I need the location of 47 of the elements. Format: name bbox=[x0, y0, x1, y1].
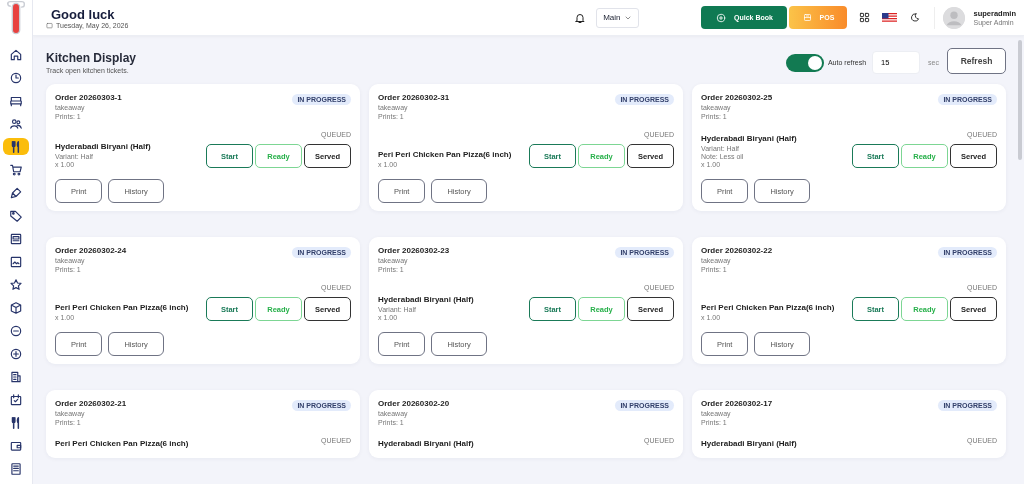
news-icon bbox=[9, 231, 23, 246]
register-icon bbox=[802, 13, 812, 22]
item-name: Hyderabadi Biryani (Half) bbox=[378, 439, 474, 448]
home-icon bbox=[9, 47, 23, 62]
calendar-icon bbox=[9, 392, 23, 407]
item-name: Hyderabadi Biryani (Half) bbox=[701, 134, 797, 143]
minus-icon bbox=[9, 323, 23, 338]
order-number: Order 20260302-25 bbox=[701, 93, 773, 102]
item-name: Peri Peri Chicken Pan Pizza(6 inch) bbox=[378, 150, 512, 159]
tag-icon bbox=[9, 208, 23, 223]
order-number: Order 20260302-17 bbox=[701, 399, 773, 408]
item-name: Hyderabadi Biryani (Half) bbox=[701, 439, 797, 448]
order-number: Order 20260303-1 bbox=[55, 93, 122, 102]
bell-icon[interactable] bbox=[574, 11, 587, 24]
cart-icon bbox=[9, 162, 23, 177]
star-icon bbox=[9, 277, 23, 292]
item-name: Hyderabadi Biryani (Half) bbox=[55, 142, 151, 151]
order-number: Order 20260302-21 bbox=[55, 399, 127, 408]
item-name: Peri Peri Chicken Pan Pizza(6 inch) bbox=[701, 303, 835, 312]
grid-icon[interactable] bbox=[859, 12, 871, 23]
order-number: Order 20260302-31 bbox=[378, 93, 450, 102]
auto-refresh-toggle[interactable] bbox=[785, 53, 824, 72]
refresh-button[interactable]: Refresh bbox=[947, 48, 1006, 74]
clock-icon bbox=[9, 70, 23, 85]
us-flag-icon[interactable] bbox=[882, 12, 898, 23]
image-icon bbox=[9, 254, 23, 269]
receipt-icon bbox=[9, 461, 23, 476]
doc-icon bbox=[9, 369, 23, 384]
order-number: Order 20260302-23 bbox=[378, 246, 450, 255]
scrollbar-thumb[interactable] bbox=[1018, 40, 1022, 160]
moon-icon[interactable] bbox=[909, 12, 921, 23]
page-title: Kitchen Display bbox=[46, 51, 137, 65]
item-name: Peri Peri Chicken Pan Pizza(6 inch) bbox=[55, 303, 189, 312]
item-name: Peri Peri Chicken Pan Pizza(6 inch) bbox=[55, 439, 189, 448]
sidebar-item[interactable] bbox=[3, 138, 29, 155]
box-icon bbox=[9, 300, 23, 315]
calendar-icon bbox=[46, 21, 53, 29]
order-number: Order 20260302-24 bbox=[55, 246, 127, 255]
plus-icon bbox=[9, 346, 23, 361]
users-icon bbox=[9, 116, 23, 131]
order-number: Order 20260302-20 bbox=[378, 399, 450, 408]
plus-circle-icon bbox=[716, 12, 727, 23]
branch-select[interactable]: Main bbox=[596, 7, 640, 28]
greeting-title: Good luck bbox=[51, 6, 116, 22]
brush-icon bbox=[9, 185, 23, 200]
order-number: Order 20260302-22 bbox=[701, 246, 773, 255]
item-name: Hyderabadi Biryani (Half) bbox=[378, 295, 474, 304]
